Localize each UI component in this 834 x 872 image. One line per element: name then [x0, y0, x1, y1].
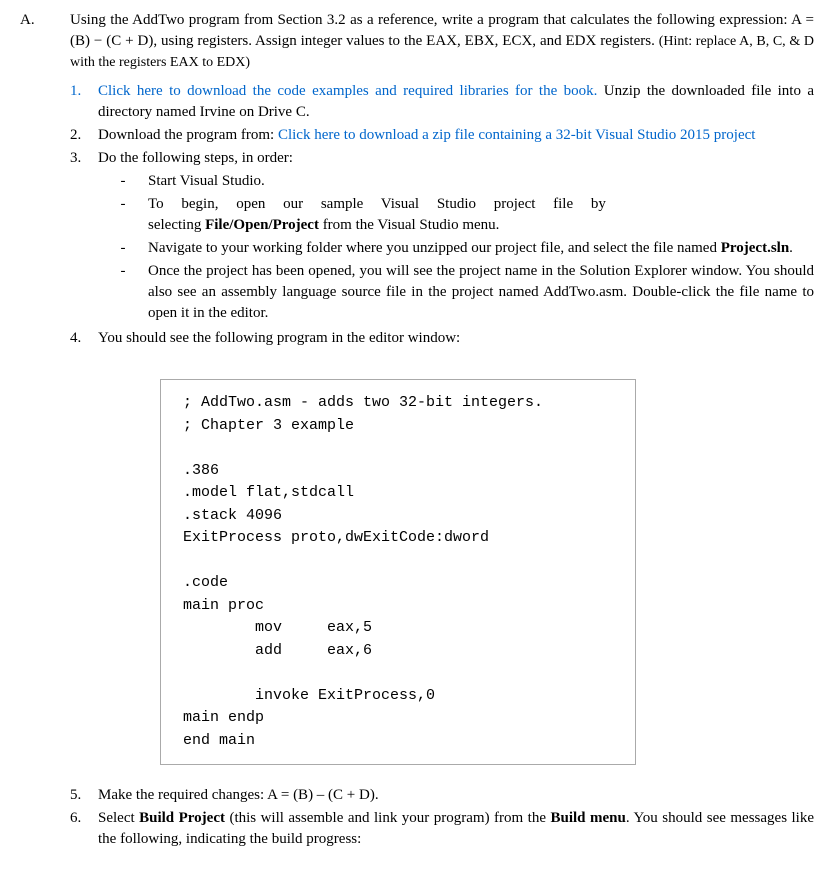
- step-content: Select Build Project (this will assemble…: [98, 808, 814, 850]
- step-3-intro: Do the following steps, in order:: [98, 150, 293, 166]
- question-marker: A.: [20, 10, 70, 31]
- question-a: A. Using the AddTwo program from Section…: [20, 10, 814, 73]
- build-project: Build Project: [139, 810, 225, 826]
- bullet-dash: -: [98, 171, 148, 192]
- step-2-pre: Download the program from:: [98, 127, 278, 143]
- step-content: Click here to download the code examples…: [98, 81, 814, 123]
- project-file: Project.sln: [721, 240, 789, 256]
- bullet-dash: -: [98, 238, 148, 259]
- substep-b-line1: To begin, open our sample Visual Studio …: [148, 196, 606, 212]
- substep-b-post: from the Visual Studio menu.: [319, 217, 499, 233]
- step-6-pre: Select: [98, 810, 139, 826]
- step-6-mid: (this will assemble and link your progra…: [225, 810, 550, 826]
- bullet-dash: -: [98, 261, 148, 282]
- step-5: 5. Make the required changes: A = (B) – …: [70, 785, 814, 806]
- step-content: You should see the following program in …: [98, 328, 814, 349]
- step-number: 6.: [70, 808, 98, 829]
- step-number: 3.: [70, 148, 98, 169]
- download-examples-link[interactable]: Click here to download the code examples…: [98, 83, 597, 99]
- steps-list: 1. Click here to download the code examp…: [70, 81, 814, 349]
- step-6: 6. Select Build Project (this will assem…: [70, 808, 814, 850]
- substep-text: To begin, open our sample Visual Studio …: [148, 194, 814, 236]
- step-3: 3. Do the following steps, in order: - S…: [70, 148, 814, 326]
- step-number: 5.: [70, 785, 98, 806]
- substep-c: - Navigate to your working folder where …: [98, 238, 814, 259]
- substep-text: Once the project has been opened, you wi…: [148, 261, 814, 324]
- step-content: Do the following steps, in order: - Star…: [98, 148, 814, 326]
- step-content: Make the required changes: A = (B) – (C …: [98, 785, 814, 806]
- substep-d: - Once the project has been opened, you …: [98, 261, 814, 324]
- step-3-sublist: - Start Visual Studio. - To begin, open …: [98, 171, 814, 324]
- question-text: Using the AddTwo program from Section 3.…: [70, 10, 814, 73]
- step-2: 2. Download the program from: Click here…: [70, 125, 814, 146]
- substep-text: Navigate to your working folder where yo…: [148, 238, 814, 259]
- substep-text: Start Visual Studio.: [148, 171, 814, 192]
- bullet-dash: -: [98, 194, 148, 215]
- step-1: 1. Click here to download the code examp…: [70, 81, 814, 123]
- step-content: Download the program from: Click here to…: [98, 125, 814, 146]
- substep-b-pre: selecting: [148, 217, 205, 233]
- menu-path: File/Open/Project: [205, 217, 319, 233]
- step-number: 2.: [70, 125, 98, 146]
- substep-b: - To begin, open our sample Visual Studi…: [98, 194, 814, 236]
- step-number: 1.: [70, 81, 98, 102]
- download-project-link[interactable]: Click here to download a zip file contai…: [278, 127, 755, 143]
- code-listing: ; AddTwo.asm - adds two 32-bit integers.…: [160, 379, 636, 765]
- steps-list-continued: 5. Make the required changes: A = (B) – …: [70, 785, 814, 850]
- step-number: 4.: [70, 328, 98, 349]
- build-menu: Build menu: [550, 810, 625, 826]
- substep-c-post: .: [789, 240, 793, 256]
- substep-a: - Start Visual Studio.: [98, 171, 814, 192]
- substep-c-pre: Navigate to your working folder where yo…: [148, 240, 721, 256]
- step-4: 4. You should see the following program …: [70, 328, 814, 349]
